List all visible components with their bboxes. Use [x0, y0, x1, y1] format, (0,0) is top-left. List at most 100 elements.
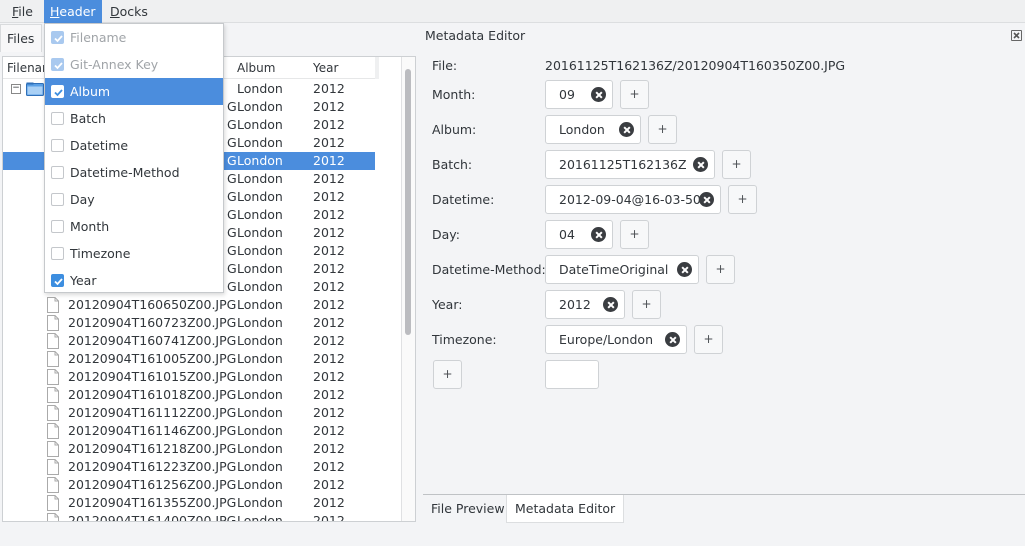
- cell-year: 2012: [313, 369, 345, 384]
- menu-item-label: Year: [70, 273, 97, 288]
- checkbox[interactable]: [51, 112, 64, 125]
- field-value-input[interactable]: London: [545, 115, 641, 144]
- vertical-scrollbar[interactable]: [401, 57, 415, 521]
- table-row[interactable]: 20120904T161355Z00.JPG London 2012: [3, 494, 375, 512]
- table-row[interactable]: 20120904T161018Z00.JPG London 2012: [3, 386, 375, 404]
- cell-album: London: [237, 441, 283, 456]
- clear-icon[interactable]: [693, 157, 708, 172]
- field-value-input[interactable]: 2012-09-04@16-03-50: [545, 185, 721, 214]
- cell-filename: G: [227, 99, 237, 114]
- cell-year: 2012: [313, 261, 345, 276]
- add-value-button[interactable]: +: [728, 185, 757, 214]
- add-value-button[interactable]: +: [706, 255, 735, 284]
- field-value: London: [559, 122, 605, 137]
- checkbox[interactable]: [51, 58, 64, 71]
- cell-album: London: [237, 279, 283, 294]
- table-row[interactable]: 20120904T161005Z00.JPG London 2012: [3, 350, 375, 368]
- close-dock-button[interactable]: [1011, 30, 1022, 41]
- cell-album: London: [237, 315, 283, 330]
- menu-item-album[interactable]: Album: [45, 78, 223, 105]
- scrollbar-thumb[interactable]: [405, 69, 411, 335]
- column-header-year[interactable]: Year: [309, 57, 375, 79]
- checkbox[interactable]: [51, 193, 64, 206]
- checkbox[interactable]: [51, 274, 64, 287]
- menu-item-day[interactable]: Day: [45, 186, 223, 213]
- menu-item-label: Datetime-Method: [70, 165, 180, 180]
- checkbox[interactable]: [51, 85, 64, 98]
- checkbox[interactable]: [51, 31, 64, 44]
- menu-item-git-annex-key[interactable]: Git-Annex Key: [45, 51, 223, 78]
- menu-file[interactable]: File: [6, 0, 39, 23]
- cell-filename: 20120904T160723Z00.JPG: [68, 315, 237, 330]
- menu-item-month[interactable]: Month: [45, 213, 223, 240]
- table-row[interactable]: 20120904T161112Z00.JPG London 2012: [3, 404, 375, 422]
- checkbox[interactable]: [51, 139, 64, 152]
- table-row[interactable]: 20120904T160741Z00.JPG London 2012: [3, 332, 375, 350]
- field-value-input[interactable]: 04: [545, 220, 613, 249]
- field-value-input[interactable]: 09: [545, 80, 613, 109]
- new-field-input[interactable]: [545, 360, 599, 389]
- header-dropdown-menu: Filename Git-Annex Key Album Batch Datetime D…: [44, 23, 224, 293]
- clear-icon[interactable]: [677, 262, 692, 277]
- menu-item-datetime-method[interactable]: Datetime-Method: [45, 159, 223, 186]
- add-value-button[interactable]: +: [620, 220, 649, 249]
- menu-header[interactable]: Header: [44, 0, 102, 23]
- tab-file-preview[interactable]: File Preview: [423, 495, 513, 523]
- cell-filename: 20120904T161400Z00.JPG: [68, 513, 237, 522]
- clear-icon[interactable]: [603, 297, 618, 312]
- menu-item-filename[interactable]: Filename: [45, 24, 223, 51]
- cell-year: 2012: [313, 423, 345, 438]
- field-value: Europe/London: [559, 332, 653, 347]
- table-row[interactable]: 20120904T161256Z00.JPG London 2012: [3, 476, 375, 494]
- table-row[interactable]: 20120904T161400Z00.JPG London 2012: [3, 512, 375, 522]
- clear-icon[interactable]: [699, 192, 714, 207]
- menu-item-datetime[interactable]: Datetime: [45, 132, 223, 159]
- field-value-input[interactable]: 20161125T162136Z: [545, 150, 715, 179]
- cell-filename: G: [227, 279, 237, 294]
- add-field-button[interactable]: +: [433, 360, 462, 389]
- field-value-input[interactable]: Europe/London: [545, 325, 687, 354]
- tab-metadata-editor[interactable]: Metadata Editor: [506, 495, 625, 523]
- cell-year: 2012: [313, 459, 345, 474]
- menu-item-batch[interactable]: Batch: [45, 105, 223, 132]
- table-row[interactable]: 20120904T161223Z00.JPG London 2012: [3, 458, 375, 476]
- add-value-button[interactable]: +: [620, 80, 649, 109]
- add-value-button[interactable]: +: [722, 150, 751, 179]
- checkbox[interactable]: [51, 220, 64, 233]
- cell-year: 2012: [313, 135, 345, 150]
- checkbox[interactable]: [51, 247, 64, 260]
- cell-year: 2012: [313, 243, 345, 258]
- field-value-input[interactable]: DateTimeOriginal: [545, 255, 699, 284]
- cell-album: London: [237, 117, 283, 132]
- cell-year: 2012: [313, 405, 345, 420]
- add-value-button[interactable]: +: [694, 325, 723, 354]
- field-value-input[interactable]: 2012: [545, 290, 625, 319]
- clear-icon[interactable]: [619, 122, 634, 137]
- menu-item-label: Git-Annex Key: [70, 57, 159, 72]
- checkbox[interactable]: [51, 166, 64, 179]
- table-row[interactable]: 20120904T161146Z00.JPG London 2012: [3, 422, 375, 440]
- table-row[interactable]: 20120904T160723Z00.JPG London 2012: [3, 314, 375, 332]
- cell-album: London: [237, 459, 283, 474]
- menu-item-timezone[interactable]: Timezone: [45, 240, 223, 267]
- table-row[interactable]: 20120904T161218Z00.JPG London 2012: [3, 440, 375, 458]
- table-row[interactable]: 20120904T161015Z00.JPG London 2012: [3, 368, 375, 386]
- tab-files[interactable]: Files: [0, 24, 42, 52]
- add-value-button[interactable]: +: [648, 115, 677, 144]
- add-value-button[interactable]: +: [632, 290, 661, 319]
- metadata-editor-title: Metadata Editor: [425, 28, 526, 43]
- clear-icon[interactable]: [665, 332, 680, 347]
- clear-icon[interactable]: [591, 87, 606, 102]
- cell-album: London: [237, 261, 283, 276]
- cell-album: London: [237, 513, 283, 522]
- menu-item-year[interactable]: Year: [45, 267, 223, 294]
- cell-year: 2012: [313, 153, 345, 168]
- menu-docks[interactable]: Docks: [104, 0, 154, 23]
- column-header-album[interactable]: Album: [233, 57, 309, 79]
- clear-icon[interactable]: [591, 227, 606, 242]
- file-icon: [47, 423, 59, 439]
- cell-year: 2012: [313, 171, 345, 186]
- table-row[interactable]: 20120904T160650Z00.JPG London 2012: [3, 296, 375, 314]
- field-label: Day:: [432, 227, 460, 242]
- cell-filename: 20120904T161146Z00.JPG: [68, 423, 237, 438]
